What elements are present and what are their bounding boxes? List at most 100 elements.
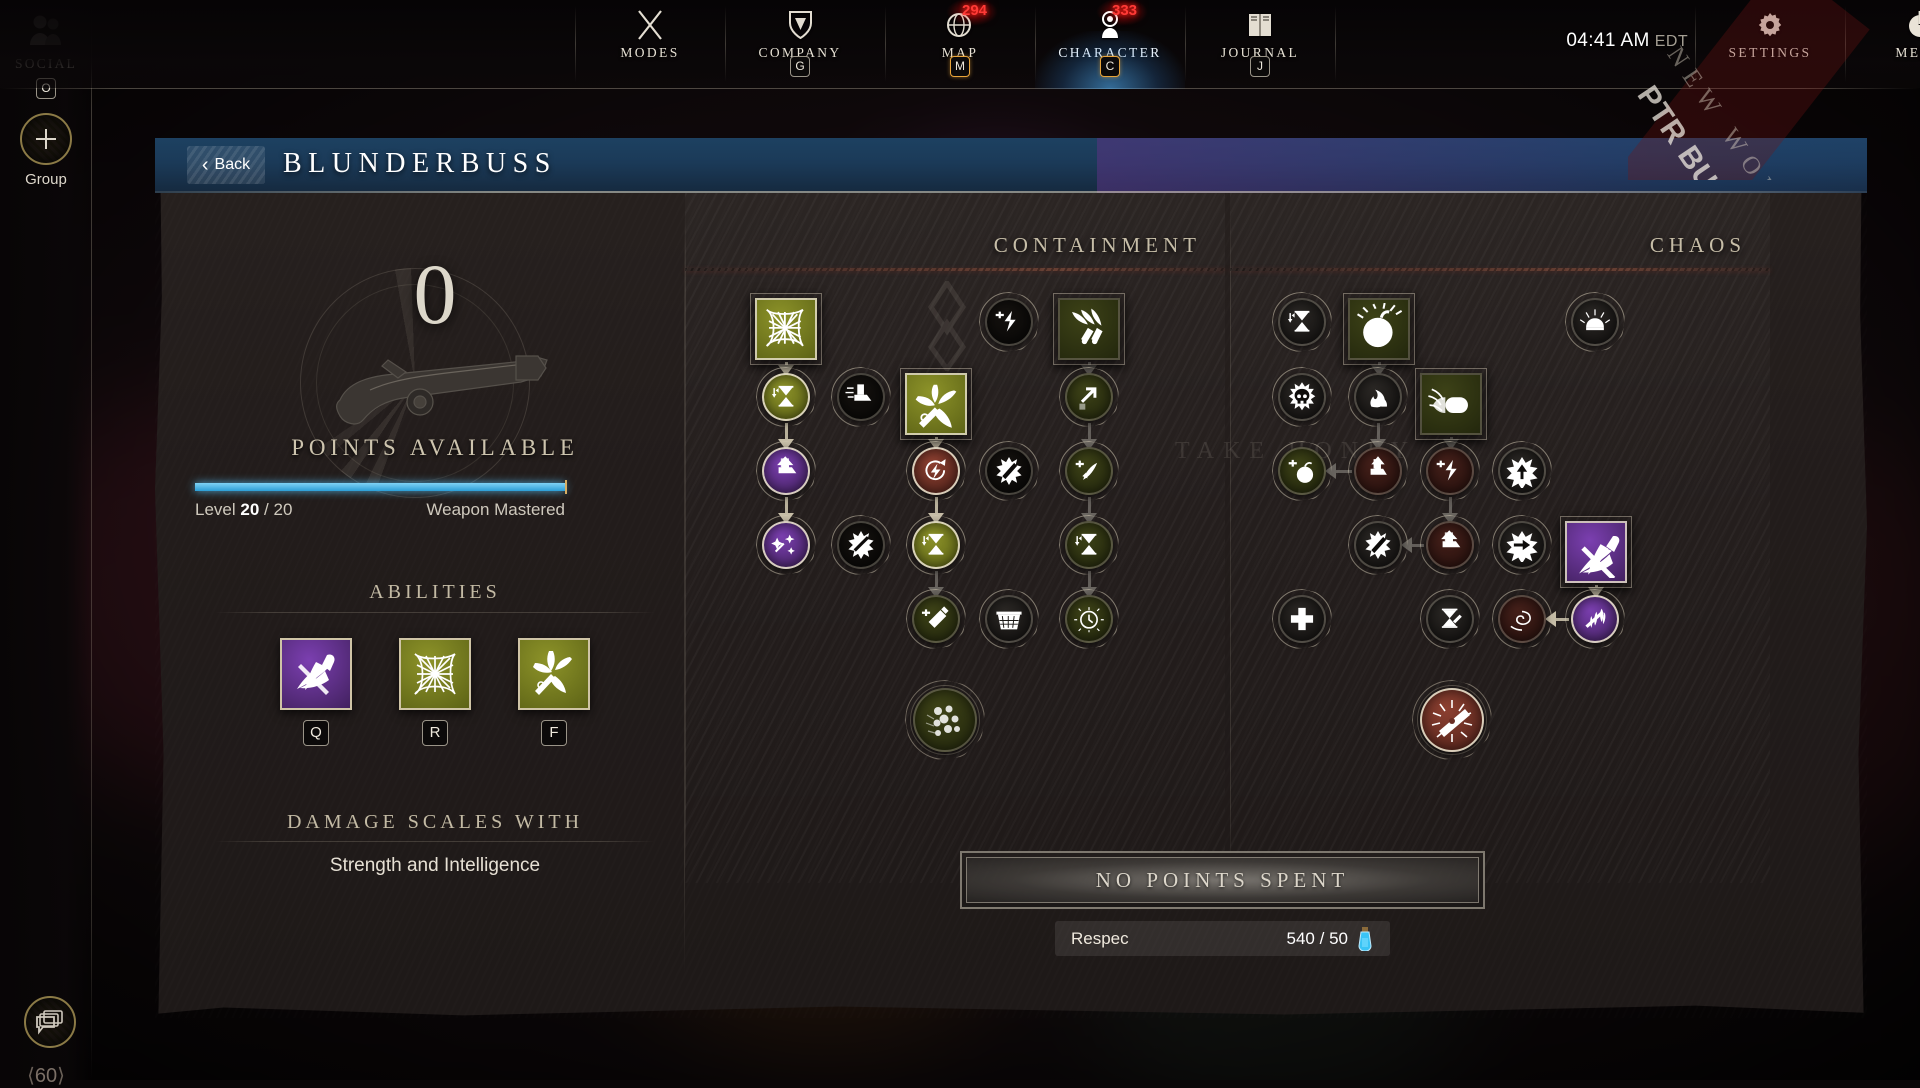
extra-ammo-node[interactable] xyxy=(912,595,960,643)
respec-cost: 540 / 50 xyxy=(1287,929,1349,949)
shatter-node[interactable] xyxy=(762,521,810,569)
chaos-cross-node[interactable] xyxy=(1278,595,1326,643)
bolt-plus-node[interactable] xyxy=(985,298,1033,346)
nav-settings[interactable]: SETTINGS xyxy=(1695,0,1845,88)
group-label: Group xyxy=(20,171,72,188)
hourglass-icon xyxy=(769,380,803,414)
points-spent-inner: NO POINTS SPENT xyxy=(966,857,1479,903)
basket-node[interactable] xyxy=(985,595,1033,643)
vortex-node[interactable] xyxy=(1498,595,1546,643)
boot-down-icon xyxy=(769,454,803,488)
claw-shot-icon xyxy=(280,638,352,710)
plus-bolt-2-node[interactable] xyxy=(1426,447,1474,495)
crossed-swords-icon xyxy=(636,8,664,42)
nav-company[interactable]: COMPANY G xyxy=(725,0,875,88)
group-button[interactable]: Group xyxy=(20,113,72,188)
node-body xyxy=(985,595,1033,643)
chat-button[interactable] xyxy=(24,996,76,1048)
crown-node[interactable] xyxy=(1571,298,1619,346)
basket-icon xyxy=(992,602,1026,636)
abilities-row: Q R xyxy=(185,638,685,746)
clawshot-icon xyxy=(1570,526,1622,578)
node-body xyxy=(1065,595,1113,643)
node-body xyxy=(837,373,885,421)
plus-arrow-icon xyxy=(1072,454,1106,488)
claw-shot-ability-node[interactable] xyxy=(1565,521,1627,583)
quick-boot-node[interactable] xyxy=(837,373,885,421)
plus-bolt-icon xyxy=(1433,454,1467,488)
gear-slash-icon xyxy=(992,454,1026,488)
abilities-rule xyxy=(215,612,655,613)
topnav-underline xyxy=(0,88,1920,89)
cooldown-reduction-node[interactable] xyxy=(762,373,810,421)
nav-journal[interactable]: JOURNAL J xyxy=(1185,0,1335,88)
burst-right-icon xyxy=(1505,528,1539,562)
hourglass-icon xyxy=(1285,305,1319,339)
net-shot-ability-node[interactable] xyxy=(755,298,817,360)
chaos-hourglass-2-node[interactable] xyxy=(1426,595,1474,643)
chevron-left-icon: ‹ xyxy=(202,155,209,175)
nav-map[interactable]: 294 MAP M xyxy=(885,0,1035,88)
hourglass-icon xyxy=(919,528,953,562)
node-body xyxy=(1426,447,1474,495)
node-body xyxy=(1420,688,1484,752)
damage-scales-value: Strength and Intelligence xyxy=(185,855,685,877)
nav-company-hotkey: G xyxy=(790,56,810,77)
boot-rust-node[interactable] xyxy=(1426,521,1474,569)
reload-shock-node[interactable] xyxy=(912,447,960,495)
title-glow xyxy=(1097,138,1867,193)
gear-icon xyxy=(1756,8,1784,42)
chaos-skull-node[interactable] xyxy=(1278,373,1326,421)
chaos-hourglass-node[interactable] xyxy=(1278,298,1326,346)
gear-slash-node[interactable] xyxy=(985,447,1033,495)
mastery-xp-fill xyxy=(195,483,565,491)
nav-separator xyxy=(1845,6,1846,82)
nav-separator xyxy=(1695,6,1696,82)
back-button[interactable]: ‹ Back xyxy=(187,146,265,184)
grenade-ability-node[interactable] xyxy=(1348,298,1410,360)
skill-tree-containment: CONTAINMENT xyxy=(685,193,1225,883)
top-navigation-bar: MODES COMPANY G 294 MAP M xyxy=(0,0,1920,88)
nav-separator xyxy=(1335,6,1336,82)
respec-button[interactable]: Respec 540 / 50 xyxy=(1055,921,1390,956)
ability-slot-r[interactable]: R xyxy=(399,638,471,746)
nav-character[interactable]: 333 CHARACTER C xyxy=(1035,0,1185,88)
burst-right-node[interactable] xyxy=(1498,521,1546,569)
chaos-plus-bomb-node[interactable] xyxy=(1278,447,1326,495)
azoth-canister-node[interactable] xyxy=(1420,373,1482,435)
mortar-charge-ability-node[interactable] xyxy=(905,373,967,435)
timer-node[interactable] xyxy=(912,521,960,569)
node-body xyxy=(913,688,977,752)
nav-separator xyxy=(725,6,726,82)
ability-slot-q[interactable]: Q xyxy=(280,638,352,746)
burn-boot-node[interactable] xyxy=(1354,447,1402,495)
damage-up-node[interactable] xyxy=(1065,373,1113,421)
chaos-ultimate-node[interactable] xyxy=(1420,688,1484,752)
containment-ultimate-node[interactable] xyxy=(913,688,977,752)
node-body xyxy=(1420,373,1482,435)
sunburst-blade-node[interactable] xyxy=(837,521,885,569)
sparkle-icon xyxy=(769,528,803,562)
burst-up-node[interactable] xyxy=(1498,447,1546,495)
nav-modes-label: MODES xyxy=(620,45,679,61)
clock-node[interactable] xyxy=(1065,595,1113,643)
node-body xyxy=(1065,521,1113,569)
net-shot-icon xyxy=(399,638,471,710)
hourglass-p-icon xyxy=(1433,602,1467,636)
caltrop-icon xyxy=(910,378,962,430)
ability-slot-f[interactable]: F xyxy=(518,638,590,746)
claw-follow-node[interactable] xyxy=(1571,595,1619,643)
hourglass-2-node[interactable] xyxy=(1065,521,1113,569)
slow-boot-node[interactable] xyxy=(762,447,810,495)
tree-emblem xyxy=(917,281,977,371)
node-body xyxy=(912,447,960,495)
power-icon xyxy=(1906,8,1920,42)
nav-menu[interactable]: MENU xyxy=(1845,0,1920,88)
spread-shot-node[interactable] xyxy=(1058,298,1120,360)
nav-modes[interactable]: MODES xyxy=(575,0,725,88)
fire-ground-node[interactable] xyxy=(1354,373,1402,421)
gear-slash-2-node[interactable] xyxy=(1354,521,1402,569)
plus-arrow-node[interactable] xyxy=(1065,447,1113,495)
nav-journal-hotkey: J xyxy=(1250,56,1270,77)
nav-character-hotkey: C xyxy=(1100,56,1120,77)
